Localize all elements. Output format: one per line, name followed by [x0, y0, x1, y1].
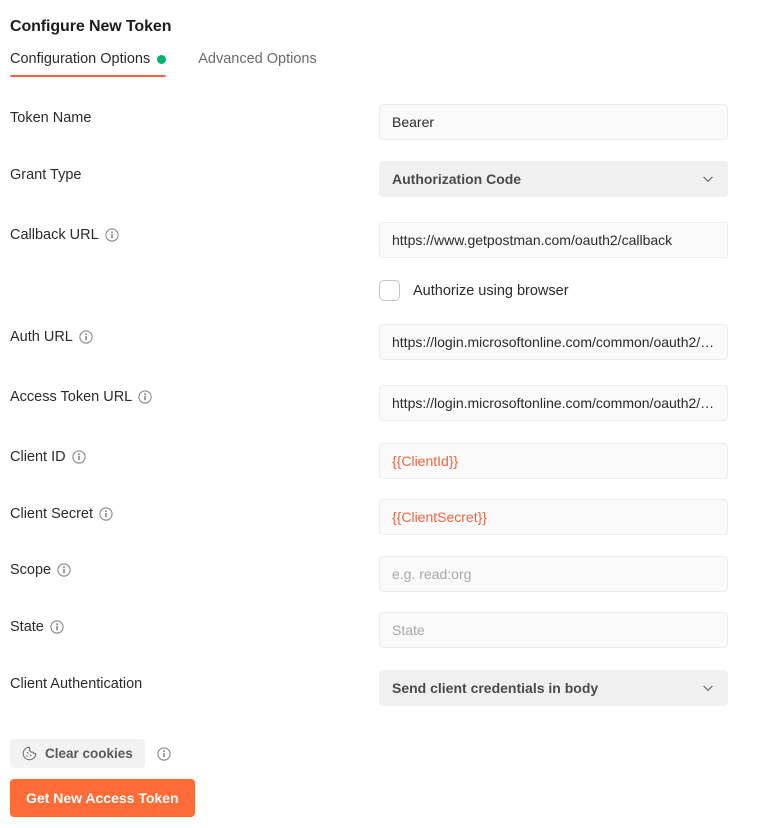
state-input[interactable]: State [379, 612, 728, 648]
chevron-down-icon [701, 681, 715, 695]
oauth-configure-token-panel: Configure New Token Configuration Option… [0, 0, 763, 828]
label-client-id: Client ID [10, 449, 86, 465]
get-new-access-token-button[interactable]: Get New Access Token [10, 779, 195, 817]
client-secret-value: {{ClientSecret}} [392, 509, 715, 525]
label-state: State [10, 619, 64, 635]
info-icon[interactable] [50, 620, 64, 634]
grant-type-select[interactable]: Authorization Code [379, 161, 728, 197]
label-grant-type: Grant Type [10, 167, 81, 183]
grant-type-value: Authorization Code [392, 171, 521, 187]
tab-configuration-options[interactable]: Configuration Options [10, 51, 166, 77]
tab-label: Configuration Options [10, 51, 150, 67]
status-dot-icon [157, 55, 166, 64]
state-placeholder: State [392, 622, 715, 638]
tab-bar: Configuration Options Advanced Options [10, 51, 317, 77]
client-id-value: {{ClientId}} [392, 453, 715, 469]
cookie-icon [22, 746, 37, 761]
label-scope: Scope [10, 562, 71, 578]
clear-cookies-button[interactable]: Clear cookies [10, 739, 145, 768]
info-icon[interactable] [79, 330, 93, 344]
info-icon[interactable] [157, 747, 171, 761]
tab-advanced-options[interactable]: Advanced Options [198, 51, 317, 77]
authorize-using-browser-checkbox[interactable]: Authorize using browser [379, 280, 569, 301]
callback-url-input[interactable]: https://www.getpostman.com/oauth2/callba… [379, 222, 728, 258]
access-token-url-input[interactable]: https://login.microsoftonline.com/common… [379, 385, 728, 421]
client-id-input[interactable]: {{ClientId}} [379, 443, 728, 479]
clear-cookies-row: Clear cookies [10, 739, 171, 768]
access-token-url-value: https://login.microsoftonline.com/common… [392, 395, 715, 411]
label-auth-url: Auth URL [10, 329, 93, 345]
chevron-down-icon [701, 172, 715, 186]
token-name-input[interactable]: Bearer [379, 104, 728, 140]
label-client-authentication: Client Authentication [10, 676, 142, 692]
scope-placeholder: e.g. read:org [392, 566, 715, 582]
label-callback-url: Callback URL [10, 227, 119, 243]
callback-url-value: https://www.getpostman.com/oauth2/callba… [392, 232, 715, 248]
auth-url-input[interactable]: https://login.microsoftonline.com/common… [379, 324, 728, 360]
page-title: Configure New Token [10, 18, 171, 36]
auth-url-value: https://login.microsoftonline.com/common… [392, 334, 715, 350]
info-icon[interactable] [105, 228, 119, 242]
info-icon[interactable] [138, 390, 152, 404]
client-authentication-select[interactable]: Send client credentials in body [379, 670, 728, 706]
label-token-name: Token Name [10, 110, 91, 126]
info-icon[interactable] [72, 450, 86, 464]
checkbox-label: Authorize using browser [413, 283, 569, 299]
info-icon[interactable] [99, 507, 113, 521]
info-icon[interactable] [57, 563, 71, 577]
label-client-secret: Client Secret [10, 506, 113, 522]
label-access-token-url: Access Token URL [10, 389, 152, 405]
tab-label: Advanced Options [198, 51, 317, 67]
checkbox-box-icon [379, 280, 400, 301]
client-secret-input[interactable]: {{ClientSecret}} [379, 499, 728, 535]
token-name-value: Bearer [392, 114, 715, 130]
client-authentication-value: Send client credentials in body [392, 680, 598, 696]
clear-cookies-label: Clear cookies [45, 746, 133, 761]
scope-input[interactable]: e.g. read:org [379, 556, 728, 592]
